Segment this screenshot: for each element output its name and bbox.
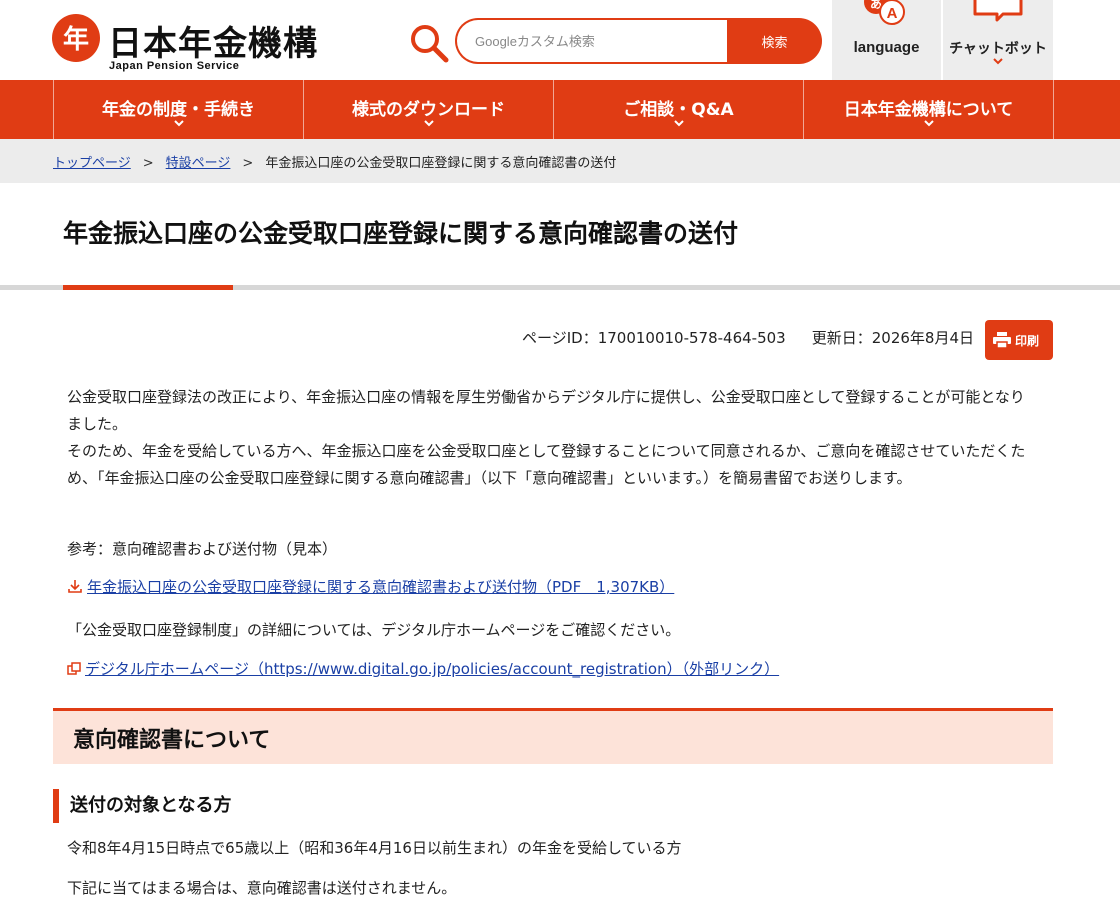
subsection-heading: 送付の対象となる方 [53, 789, 231, 823]
intro-text: 公金受取口座登録法の改正により、年金振込口座の情報を厚生労働省からデジタル庁に提… [67, 388, 1025, 433]
language-button[interactable]: あ A language [832, 0, 941, 80]
chatbot-button[interactable]: チャットボット [943, 0, 1053, 80]
chevron-down-icon [923, 120, 934, 127]
svg-text:年: 年 [63, 24, 89, 55]
nav-item-pension-system[interactable]: 年金の制度・手続き [53, 80, 303, 139]
pdf-download-icon [68, 580, 82, 593]
pdf-link[interactable]: 年金振込口座の公金受取口座登録に関する意向確認書および送付物（PDF 1,307… [87, 578, 674, 596]
logo-subtitle: Japan Pension Service [109, 60, 240, 72]
breadcrumb-separator: > [142, 156, 154, 171]
chevron-down-icon [993, 58, 1003, 65]
chatbot-icon [943, 0, 1053, 30]
chevron-down-icon [423, 120, 434, 127]
chatbot-label: チャットボット [949, 41, 1047, 57]
print-button[interactable]: 印刷 [985, 320, 1053, 360]
external-link[interactable]: デジタル庁ホームページ（https://www.digital.go.jp/po… [85, 660, 779, 678]
breadcrumb-link-top[interactable]: トップページ [53, 156, 131, 171]
language-label: language [853, 39, 920, 56]
breadcrumb-link-special[interactable]: 特設ページ [166, 156, 231, 171]
target-text: 令和8年4月15日時点で65歳以上（昭和36年4月16日以前生まれ）の年金を受給… [67, 839, 682, 857]
site-logo[interactable]: 年 日本年金機構 Japan Pension Service [52, 14, 332, 74]
nav-item-label: 年金の制度・手続き [102, 100, 255, 120]
external-link-row: デジタル庁ホームページ（https://www.digital.go.jp/po… [67, 658, 779, 679]
search-input[interactable] [455, 18, 727, 64]
svg-text:A: A [887, 5, 898, 22]
updated-date: 更新日：2026年8月4日 [811, 329, 974, 347]
language-icon: あ A [832, 0, 941, 30]
title-divider-accent [63, 285, 233, 290]
page-meta: ページID：170010010-578-464-503 更新日：2026年8月4日 [522, 327, 974, 348]
logo-title: 日本年金機構 [108, 24, 318, 64]
nav-item-label: ご相談・Q&A [623, 100, 734, 120]
site-header: 年 日本年金機構 Japan Pension Service 検索 あ A la… [0, 0, 1120, 80]
breadcrumb-separator: > [242, 156, 254, 171]
external-link-icon [67, 662, 81, 675]
search-button[interactable]: 検索 [727, 18, 822, 64]
intro-paragraph: 公金受取口座登録法の改正により、年金振込口座の情報を厚生労働省からデジタル庁に提… [67, 384, 1037, 492]
search-icon [408, 22, 450, 64]
nav-item-label: 日本年金機構について [843, 100, 1014, 120]
nav-item-consultation-qa[interactable]: ご相談・Q&A [553, 80, 803, 139]
intro-text-2: そのため、年金を受給している方へ、年金振込口座を公金受取口座として登録することに… [67, 442, 1026, 487]
global-nav: 年金の制度・手続き 様式のダウンロード ご相談・Q&A 日本年金機構について [0, 80, 1120, 139]
section-heading-text: 意向確認書について [73, 728, 271, 753]
breadcrumb-current: 年金振込口座の公金受取口座登録に関する意向確認書の送付 [265, 156, 617, 171]
nav-item-about[interactable]: 日本年金機構について [803, 80, 1054, 139]
nav-item-form-download[interactable]: 様式のダウンロード [303, 80, 553, 139]
chevron-down-icon [173, 120, 184, 127]
logo-emblem-icon: 年 [52, 14, 100, 62]
pdf-link-row: 年金振込口座の公金受取口座登録に関する意向確認書および送付物（PDF 1,307… [67, 576, 674, 597]
reference-text: 参考：意向確認書および送付物（見本） [67, 540, 338, 558]
breadcrumb: トップページ > 特設ページ > 年金振込口座の公金受取口座登録に関する意向確認書の送付 [0, 139, 1120, 183]
printer-icon [993, 332, 1011, 348]
exclusion-text: 下記に当てはまる場合は、意向確認書は送付されません。 [67, 879, 457, 897]
page-title: 年金振込口座の公金受取口座登録に関する意向確認書の送付 [63, 219, 739, 248]
section-heading: 意向確認書について [53, 708, 1053, 764]
chevron-down-icon [673, 120, 684, 127]
page-id: ページID：170010010-578-464-503 [522, 329, 786, 347]
digital-note: 「公金受取口座登録制度」の詳細については、デジタル庁ホームページをご確認ください… [67, 621, 681, 639]
print-label: 印刷 [1015, 334, 1040, 348]
nav-item-label: 様式のダウンロード [352, 100, 505, 120]
